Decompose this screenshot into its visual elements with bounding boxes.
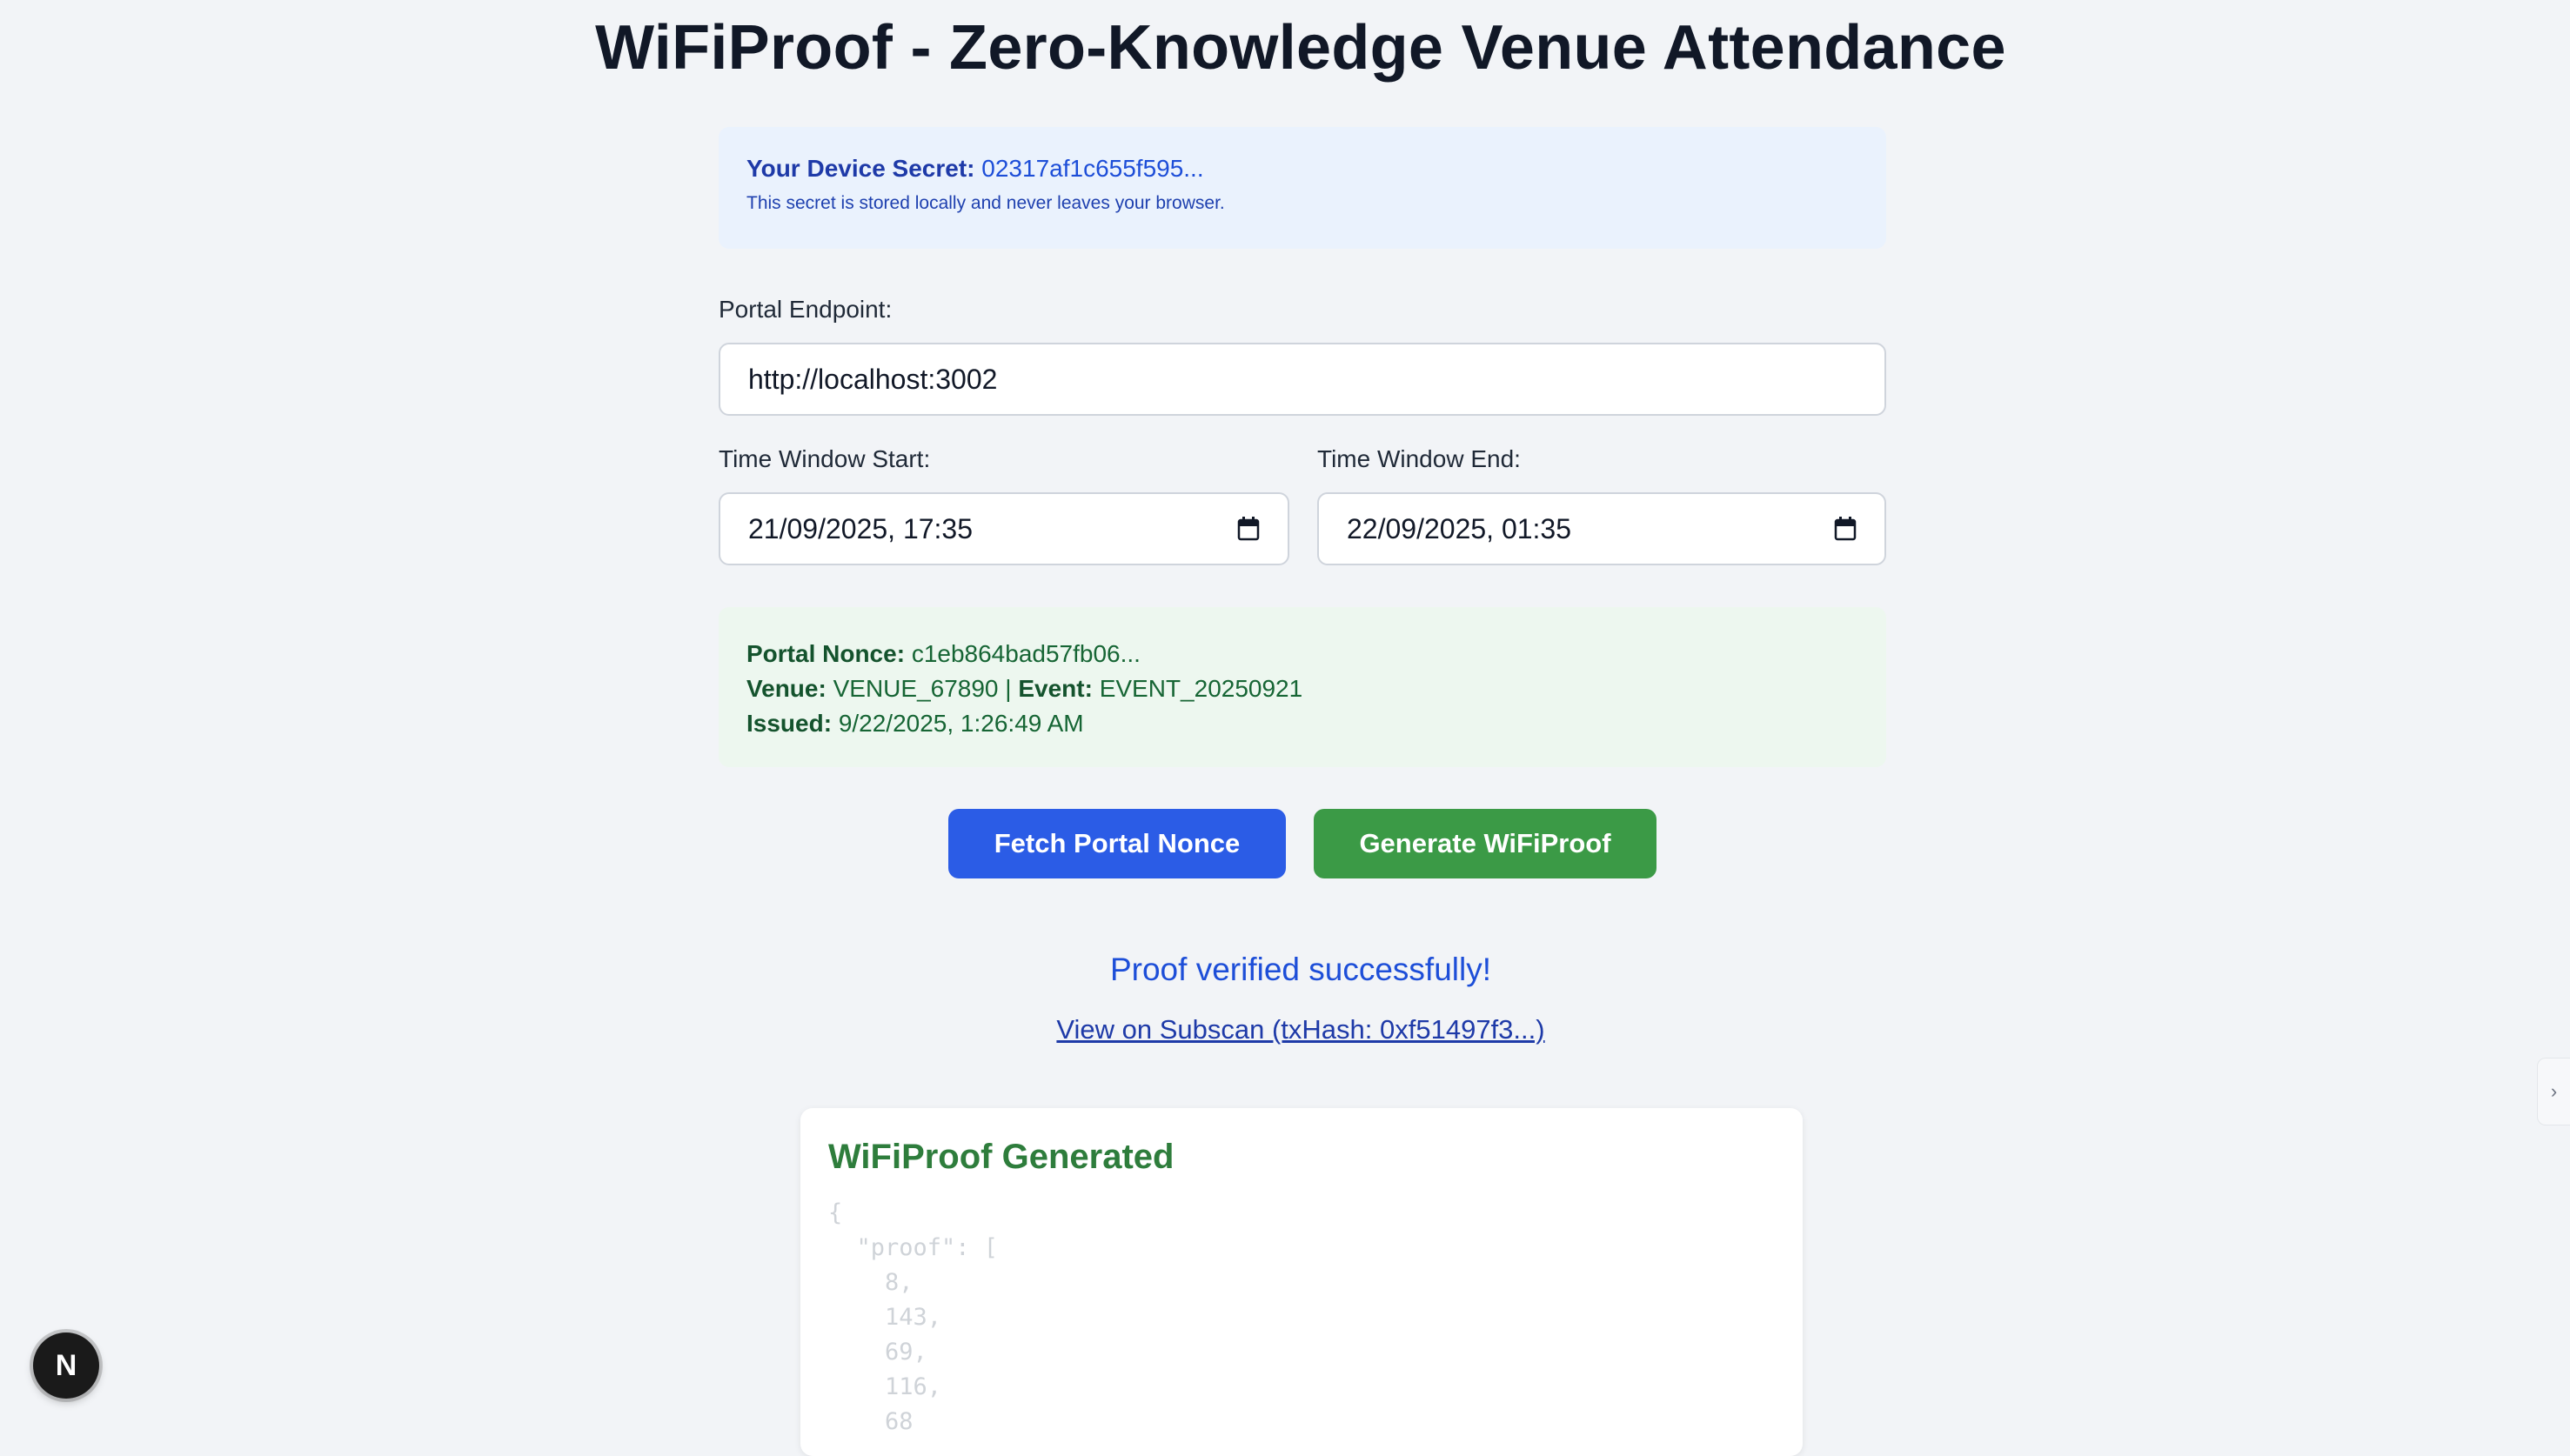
portal-nonce-panel: Portal Nonce: c1eb864bad57fb06... Venue:… bbox=[719, 607, 1886, 767]
generate-wifiproof-button[interactable]: Generate WiFiProof bbox=[1314, 809, 1656, 878]
code-line: 69, bbox=[828, 1339, 927, 1366]
code-line: { bbox=[828, 1199, 843, 1226]
fetch-portal-nonce-button[interactable]: Fetch Portal Nonce bbox=[948, 809, 1286, 878]
time-window-end-input[interactable]: 22/09/2025, 01:35 bbox=[1317, 492, 1886, 565]
subscan-link[interactable]: View on Subscan (txHash: 0xf51497f3...) bbox=[0, 1014, 2570, 1045]
issued-value: 9/22/2025, 1:26:49 AM bbox=[838, 710, 1084, 737]
code-line: 68 bbox=[828, 1408, 914, 1435]
calendar-icon[interactable] bbox=[1237, 517, 1260, 541]
portal-nonce-value: c1eb864bad57fb06... bbox=[911, 640, 1141, 667]
time-window-start-label: Time Window Start: bbox=[719, 445, 931, 472]
proof-card-title: WiFiProof Generated bbox=[828, 1138, 1175, 1176]
verification-status-message: Proof verified successfully! bbox=[1109, 952, 1491, 987]
device-secret-panel: Your Device Secret: 02317af1c655f595... … bbox=[719, 127, 1886, 249]
time-window-end-label: Time Window End: bbox=[1317, 445, 1521, 472]
code-line: 116, bbox=[828, 1373, 942, 1400]
side-panel-toggle[interactable]: › bbox=[2537, 1058, 2570, 1125]
venue-event-separator: | bbox=[1005, 675, 1012, 702]
time-window-start-value: 21/09/2025, 17:35 bbox=[748, 512, 974, 544]
device-secret-line: Your Device Secret: 02317af1c655f595... bbox=[746, 153, 1858, 184]
portal-endpoint-label: Portal Endpoint: bbox=[719, 296, 893, 323]
page-title: WiFiProof - Zero-Knowledge Venue Attenda… bbox=[595, 13, 2006, 83]
time-window-end-value: 22/09/2025, 01:35 bbox=[1347, 512, 1572, 544]
portal-nonce-line: Portal Nonce: c1eb864bad57fb06... bbox=[746, 637, 1858, 671]
device-secret-label: Your Device Secret: bbox=[746, 155, 975, 182]
event-value: EVENT_20250921 bbox=[1099, 675, 1303, 702]
venue-label: Venue: bbox=[746, 675, 827, 702]
nextjs-logo-icon: N bbox=[55, 1348, 77, 1382]
portal-endpoint-input[interactable] bbox=[719, 343, 1886, 416]
nextjs-dev-badge[interactable]: N bbox=[33, 1332, 99, 1399]
calendar-icon[interactable] bbox=[1834, 517, 1857, 541]
chevron-right-icon: › bbox=[2550, 1080, 2558, 1102]
issued-label: Issued: bbox=[746, 710, 833, 737]
time-window-start-input[interactable]: 21/09/2025, 17:35 bbox=[719, 492, 1289, 565]
device-secret-value: 02317af1c655f595... bbox=[981, 155, 1204, 182]
proof-json-output: { "proof": [ 8, 143, 69, 116, 68 bbox=[828, 1196, 1775, 1439]
device-secret-note: This secret is stored locally and never … bbox=[746, 193, 1225, 214]
portal-nonce-label: Portal Nonce: bbox=[746, 640, 906, 667]
venue-event-line: Venue: VENUE_67890 | Event: EVENT_202509… bbox=[746, 671, 1858, 706]
venue-value: VENUE_67890 bbox=[833, 675, 999, 702]
code-line: 8, bbox=[828, 1269, 914, 1296]
code-line: 143, bbox=[828, 1304, 942, 1331]
proof-card: WiFiProof Generated { "proof": [ 8, 143,… bbox=[800, 1108, 1803, 1456]
issued-line: Issued: 9/22/2025, 1:26:49 AM bbox=[746, 706, 1858, 741]
code-line: "proof": [ bbox=[828, 1234, 999, 1261]
event-label: Event: bbox=[1018, 675, 1093, 702]
